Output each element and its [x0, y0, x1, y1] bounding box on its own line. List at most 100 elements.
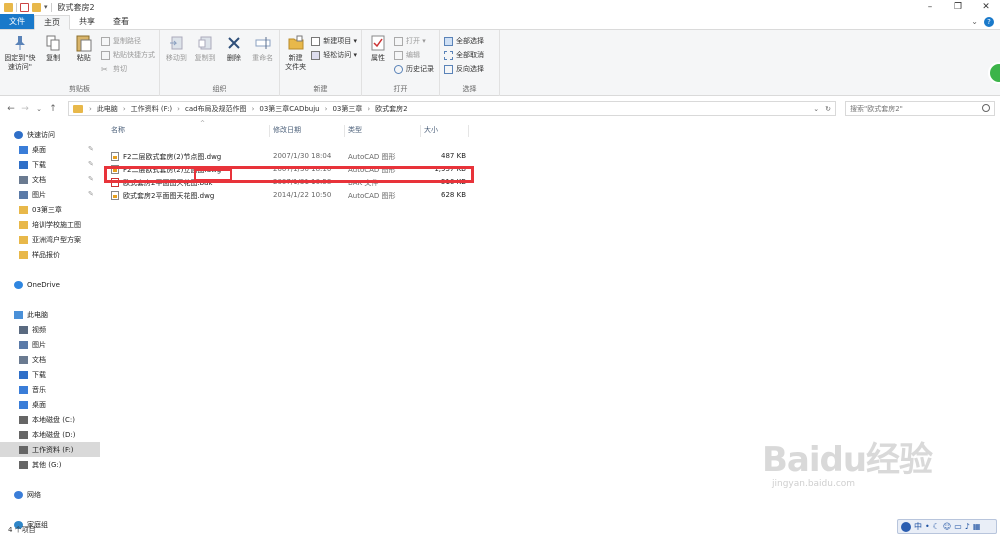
file-row[interactable]: F2二层欧式套房(2)节点图.dwg 2007/1/30 18:04 AutoCAD… — [108, 150, 1000, 163]
breadcrumb-cad-layout[interactable]: cad布局及规范作图 — [182, 104, 250, 114]
paste-shortcut-button[interactable]: 粘贴快捷方式 — [101, 50, 155, 60]
move-to-button[interactable]: 移动到 — [164, 34, 189, 84]
nav-item[interactable]: 视频 — [0, 322, 100, 337]
tab-home[interactable]: 主页 — [34, 15, 70, 30]
search-box[interactable] — [845, 101, 995, 116]
move-to-label: 移动到 — [165, 54, 187, 62]
cut-button[interactable]: ✂ 剪切 — [101, 64, 155, 74]
keyboard-icon[interactable]: ▭ — [954, 522, 962, 531]
nav-item[interactable]: 图片 ✎ — [0, 187, 100, 202]
chevron-right-icon[interactable]: › — [365, 105, 372, 113]
paste-button[interactable]: 粘贴 — [70, 34, 97, 84]
chevron-right-icon[interactable]: › — [175, 105, 182, 113]
chevron-right-icon[interactable]: › — [323, 105, 330, 113]
column-header-date[interactable]: 修改日期 — [269, 125, 301, 137]
refresh-icon[interactable]: ↻ — [825, 105, 831, 113]
nav-item[interactable]: 03第三章 — [0, 202, 100, 217]
nav-item[interactable]: 快速访问 — [0, 127, 100, 142]
nav-item[interactable]: 文档 ✎ — [0, 172, 100, 187]
new-item-button[interactable]: 新建项目 ▾ — [311, 36, 357, 46]
pin-icon[interactable]: ✎ — [88, 190, 94, 198]
column-divider[interactable] — [468, 125, 472, 137]
column-header-type[interactable]: 类型 — [344, 125, 362, 137]
maximize-button[interactable]: ❐ — [944, 0, 972, 14]
punctuation-icon[interactable]: • — [925, 522, 930, 531]
address-bar[interactable]: › 此电脑 › 工作资料 (F:) › cad布局及规范作图 › 03第三章CA… — [68, 101, 836, 116]
nav-item[interactable]: 网络 — [0, 487, 100, 502]
edit-button[interactable]: 编辑 — [394, 50, 434, 60]
search-input[interactable] — [850, 104, 975, 113]
select-none-button[interactable]: 全部取消 — [444, 50, 484, 60]
nav-item[interactable]: 文档 — [0, 352, 100, 367]
help-icon[interactable]: ? — [984, 16, 994, 27]
chevron-right-icon[interactable]: › — [250, 105, 257, 113]
tab-view[interactable]: 查看 — [104, 14, 138, 29]
collapse-ribbon-icon[interactable]: ⌄ — [971, 17, 978, 26]
pin-quick-access-button[interactable]: 固定到"快速访问" — [4, 34, 36, 84]
new-folder-button[interactable]: 新建 文件夹 — [284, 34, 307, 84]
invert-selection-button[interactable]: 反向选择 — [444, 64, 484, 74]
search-icon[interactable] — [982, 104, 990, 112]
breadcrumb-current-folder[interactable]: 欧式套房2 — [372, 104, 410, 114]
delete-button[interactable]: 删除 — [222, 34, 247, 84]
nav-item[interactable]: 图片 — [0, 337, 100, 352]
folder-icon — [19, 235, 28, 244]
breadcrumb-chapter3[interactable]: 03第三章 — [329, 104, 365, 114]
nav-item[interactable]: 音乐 — [0, 382, 100, 397]
nav-item[interactable]: 桌面 — [0, 397, 100, 412]
nav-item[interactable]: 桌面 ✎ — [0, 142, 100, 157]
tab-file[interactable]: 文件 — [0, 14, 34, 29]
nav-item[interactable]: 其他 (G:) — [0, 457, 100, 472]
rename-button[interactable]: 重命名 — [250, 34, 275, 84]
nav-item[interactable]: 本地磁盘 (C:) — [0, 412, 100, 427]
column-header-size[interactable]: 大小 — [420, 125, 438, 137]
ime-language[interactable]: 中 — [914, 521, 922, 532]
breadcrumb-drive-f[interactable]: 工作资料 (F:) — [128, 104, 176, 114]
close-button[interactable]: ✕ — [972, 0, 1000, 14]
properties-button[interactable]: 属性 — [366, 34, 390, 84]
ime-toolbar[interactable]: 中 • ☾ ☺ ▭ ♪ ▦ — [897, 519, 997, 534]
easy-access-button[interactable]: 轻松访问 ▾ — [311, 50, 357, 60]
address-dropdown-icon[interactable]: ⌄ — [813, 105, 819, 113]
history-button[interactable]: 历史记录 — [394, 64, 434, 74]
pin-icon[interactable]: ✎ — [88, 145, 94, 153]
pin-icon[interactable]: ✎ — [88, 175, 94, 183]
nav-item[interactable]: 下载 ✎ — [0, 157, 100, 172]
nav-item[interactable]: 培训学校施工图 — [0, 217, 100, 232]
breadcrumb-chapter3-cadbuju[interactable]: 03第三章CADbuju — [256, 104, 322, 114]
ime-logo-icon[interactable] — [901, 521, 911, 532]
copy-to-button[interactable]: 复制到 — [193, 34, 218, 84]
mic-icon[interactable]: ♪ — [965, 522, 970, 531]
nav-item[interactable]: 下载 — [0, 367, 100, 382]
grid-icon[interactable]: ▦ — [973, 522, 981, 531]
chevron-right-icon[interactable]: › — [121, 105, 128, 113]
back-button[interactable]: ← — [4, 102, 18, 116]
smile-icon[interactable]: ☺ — [943, 522, 951, 531]
copy-button[interactable]: 复制 — [40, 34, 67, 84]
minimize-button[interactable]: – — [916, 0, 944, 14]
music-icon — [19, 385, 28, 394]
nav-item[interactable]: 本地磁盘 (D:) — [0, 427, 100, 442]
open-button[interactable]: 打开 ▾ — [394, 36, 434, 46]
forward-button[interactable]: → — [18, 102, 32, 116]
recent-locations-button[interactable]: ⌄ — [32, 102, 46, 116]
copy-path-button[interactable]: 复制路径 — [101, 36, 155, 46]
customize-dropdown-icon[interactable]: ▾ — [44, 3, 48, 11]
nav-item[interactable]: 此电脑 — [0, 307, 100, 322]
nav-item[interactable]: 工作资料 (F:) — [0, 442, 100, 457]
nav-item[interactable]: OneDrive — [0, 277, 100, 292]
properties-icon[interactable] — [20, 2, 29, 12]
pin-icon[interactable]: ✎ — [88, 160, 94, 168]
breadcrumb-this-pc[interactable]: 此电脑 — [94, 104, 121, 114]
nav-item[interactable]: 样品报价 — [0, 247, 100, 262]
nav-item[interactable]: 亚洲湾户型方案 — [0, 232, 100, 247]
tab-share[interactable]: 共享 — [70, 14, 104, 29]
up-button[interactable]: ↑ — [46, 102, 60, 116]
new-folder-icon[interactable] — [32, 2, 41, 12]
file-row[interactable]: 欧式套房2平面图天花图.dwg 2014/1/22 10:50 AutoCAD 图形… — [108, 189, 1000, 202]
select-all-button[interactable]: 全部选择 — [444, 36, 484, 46]
moon-icon[interactable]: ☾ — [933, 522, 940, 531]
dwg-file-icon — [111, 191, 119, 200]
column-header-name[interactable]: 名称 — [111, 125, 125, 135]
select-group: 全部选择 全部取消 反向选择 选择 — [440, 30, 500, 96]
